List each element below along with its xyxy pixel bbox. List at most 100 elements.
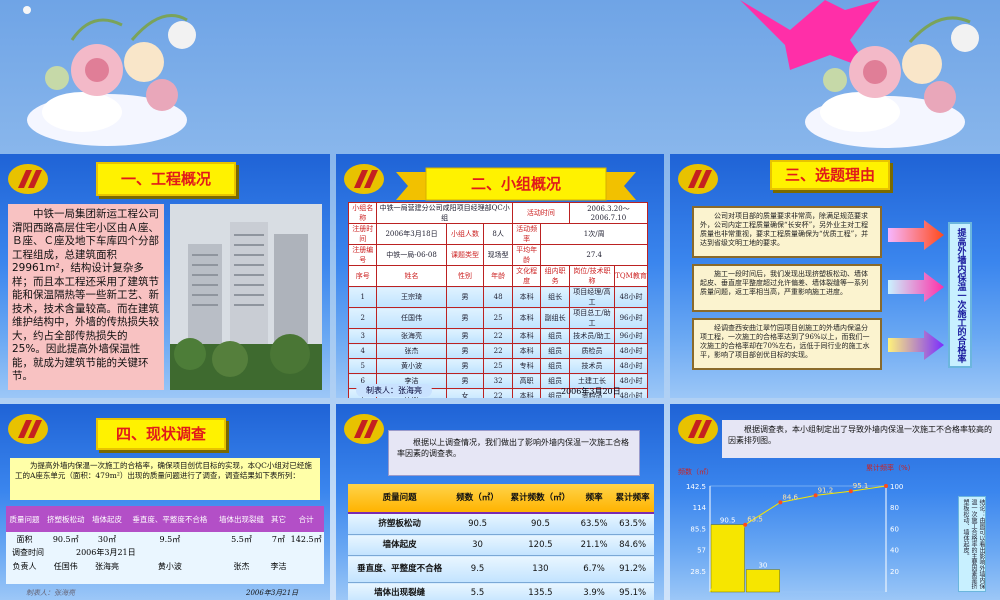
table-cell: 84.6%	[611, 534, 654, 556]
table-cell: 岗位/技术职称	[568, 265, 616, 287]
table-header-row: 质量问题 挤塑板松动 墙体起皮 垂直度、平整度不合格 墙体出现裂缝 其它 合计	[6, 506, 324, 532]
table-cell: 调查时间 2006年3月21日	[12, 548, 136, 557]
table-cell: 墙体起皮	[88, 506, 126, 532]
company-logo-icon	[678, 414, 718, 444]
table-cell: 22	[483, 343, 513, 359]
table-cell: 男	[445, 358, 485, 374]
table-cell: 男	[445, 307, 485, 329]
factor-table: 质量问题 频数（㎡） 累计频数（㎡） 频率 累计频率 挤塑板松动 90.5 90.5 63.5%…	[348, 484, 654, 600]
arrow-right-icon	[888, 272, 944, 302]
slide-1-project-overview[interactable]: 一、工程概况 中铁一局集团新运工程公司渭阳西路高层住宅小区由Ａ座、Ｂ座、Ｃ座及地…	[0, 154, 330, 398]
reason-2-box: 施工一段时间后，我们发现出现挤塑板松动、墙体起皮、垂直度平整度超过允许偏差、墙体…	[692, 264, 882, 312]
slide-5-factor-table[interactable]: 根据以上调查情况，我们做出了影响外墙内保温一次施工合格率因素的调查表。 质量问题…	[336, 404, 664, 600]
y-tick-label: 28.5	[690, 568, 706, 576]
table-cell: TQM教育	[614, 265, 648, 287]
table-cell: 姓名	[376, 265, 447, 287]
table-cell: 组长	[540, 286, 570, 308]
table-row: 4 张杰男 22 本科 组员 质检员 48小时	[347, 343, 648, 359]
table-row: 注册编号 中铁一局-06-08 课题类型 现场型 平均年龄 27.4	[347, 244, 648, 266]
slide-3-topic-reasons[interactable]: 三、选题理由 公司对项目部的质量要求非常高，除满足规范要求外，公司内定工程质量确…	[670, 154, 1000, 398]
company-logo-icon	[678, 164, 718, 194]
table-cell: 质量问题	[6, 506, 43, 532]
table-cell: 副组长	[540, 307, 570, 329]
table-cell: 小组名称	[347, 202, 378, 224]
reason-3-box: 经调查西安曲江翠竹园项目创施工的外墙内保温分项工程，一次施工的合格率达到了96%…	[692, 318, 882, 370]
bar-value-label: 30	[758, 562, 767, 570]
table-row: 垂直度、平整度不合格 9.5 130 6.7% 91.2%	[348, 555, 654, 583]
table-cell: 张杰	[376, 343, 447, 359]
y2-tick-label: 40	[890, 547, 899, 555]
table-cell: 注册编号	[347, 244, 378, 266]
slide-4-maker: 制表人：张海亮	[26, 589, 75, 597]
table-cell: 6.7%	[576, 555, 612, 583]
top-banner	[0, 0, 1000, 150]
table-cell: 性别	[445, 265, 485, 287]
y2-tick-label: 60	[890, 525, 899, 533]
table-cell: 黄小波	[376, 358, 447, 374]
table-cell: 30	[451, 534, 504, 556]
cumulative-label: 84.6	[782, 493, 798, 501]
slide-2-team-overview[interactable]: 二、小组概况 小组名称 中铁一局营建分公司咸阳项目经理部QC小组 活动时间 2006.…	[336, 154, 664, 398]
table-cell: 项目总工/助工	[568, 307, 616, 329]
flower-bouquet-left	[23, 6, 196, 146]
slide-4-date: 2006年3月21日	[246, 589, 299, 597]
team-info-table: 小组名称 中铁一局营建分公司咸阳项目经理部QC小组 活动时间 2006.3.20～20…	[347, 202, 649, 398]
table-cell: 1次/周	[540, 223, 648, 245]
table-cell: 9.5㎡	[159, 534, 181, 544]
cumulative-label: 95.1	[853, 482, 869, 490]
company-logo-icon	[8, 414, 48, 444]
table-cell: 注册时间	[347, 223, 378, 245]
table-cell: 高职	[511, 373, 542, 389]
table-cell: 年龄	[483, 265, 513, 287]
table-cell: 垂直度、平整度不合格	[125, 506, 215, 532]
table-cell: 142.5㎡	[290, 534, 322, 544]
table-cell: 其它	[268, 506, 289, 532]
slide-4-current-survey[interactable]: 四、现状调查 为提高外墙内保温一次施工的合格率，确保项目创优目标的实现，本QC小…	[0, 404, 330, 600]
slide-2-title: 二、小组概况	[470, 175, 561, 193]
slide-1-title: 一、工程概况	[96, 162, 236, 196]
y-tick-label: 57	[697, 547, 706, 555]
y2-tick-label: 100	[890, 483, 903, 491]
table-row: 5 黄小波男 25 专科 组员 技术员 48小时	[347, 358, 648, 374]
table-cell: 累计频率	[611, 484, 654, 514]
building-photo	[170, 204, 322, 390]
table-cell: 张海亮	[376, 328, 447, 344]
table-cell: 48小时	[614, 286, 648, 308]
table-cell: 3.9%	[576, 582, 612, 600]
table-cell: 130	[503, 555, 577, 583]
table-cell: 项目经理/高工	[568, 286, 616, 308]
y-tick-label: 114	[693, 504, 707, 512]
table-cell: 48小时	[614, 343, 648, 359]
table-row: 墙体出现裂缝 5.5 135.5 3.9% 95.1%	[348, 582, 654, 600]
table-cell: 本科	[511, 328, 542, 344]
table-cell: 墙体出现裂缝	[348, 582, 452, 600]
table-row: 面积 90.5㎡ 30㎡ 9.5㎡ 5.5㎡ 7㎡ 142.5㎡	[6, 532, 324, 546]
cumulative-point	[884, 484, 888, 488]
table-cell: 频数（㎡）	[451, 484, 504, 514]
table-cell: 90.5	[451, 513, 504, 535]
table-cell: 面积	[16, 534, 33, 544]
table-cell: 96小时	[614, 307, 648, 329]
slide-3-title: 三、选题理由	[770, 160, 890, 190]
table-date: 2006年3月20日	[561, 387, 621, 396]
pareto-intro: 根据调查表，本小组制定出了导致外墙内保温一次施工不合格率较高的因素排列图。	[722, 420, 1000, 458]
table-header-row: 序号 姓名 性别 年龄 文化程度 组内职务 岗位/技术职称 TQM教育	[347, 265, 648, 287]
table-cell: 32	[483, 373, 513, 389]
table-row: 3 张海亮男 22 本科 组员 技术员/助工 96小时	[347, 328, 648, 344]
table-cell: 本科	[511, 388, 542, 398]
table-cell: 90.5㎡	[52, 534, 79, 544]
table-cell: 黄小波	[157, 561, 182, 571]
table-cell: 活动时间	[511, 202, 570, 224]
survey-table-box: 质量问题 挤塑板松动 墙体起皮 垂直度、平整度不合格 墙体出现裂缝 其它 合计面积 90.5㎡…	[6, 506, 324, 584]
conclusion-vertical-box: 提高外墙内保温一次施工的合格率	[948, 222, 972, 368]
table-cell: 平均年龄	[511, 244, 542, 266]
table-cell: 墙体出现裂缝	[214, 506, 269, 532]
table-row: 注册时间 2006年3月18日 小组人数 8人 活动频率 1次/周	[347, 223, 648, 245]
pareto-chart: 频数（㎡） 累计频率（%） 142.5 114 85.5 57 28.5 100 80 60 40 2…	[678, 463, 915, 593]
slide-6-pareto-chart[interactable]: 根据调查表，本小组制定出了导致外墙内保温一次施工不合格率较高的因素排列图。 频数…	[670, 404, 1000, 600]
table-cell: 4	[347, 343, 378, 359]
table-cell: 90.5	[503, 513, 577, 535]
table-cell: 挤塑板松动	[42, 506, 89, 532]
table-row: 2 任国伟男 25 本科 副组长 项目总工/助工 96小时	[347, 307, 648, 329]
table-cell: 2006年3月18日	[376, 223, 447, 245]
